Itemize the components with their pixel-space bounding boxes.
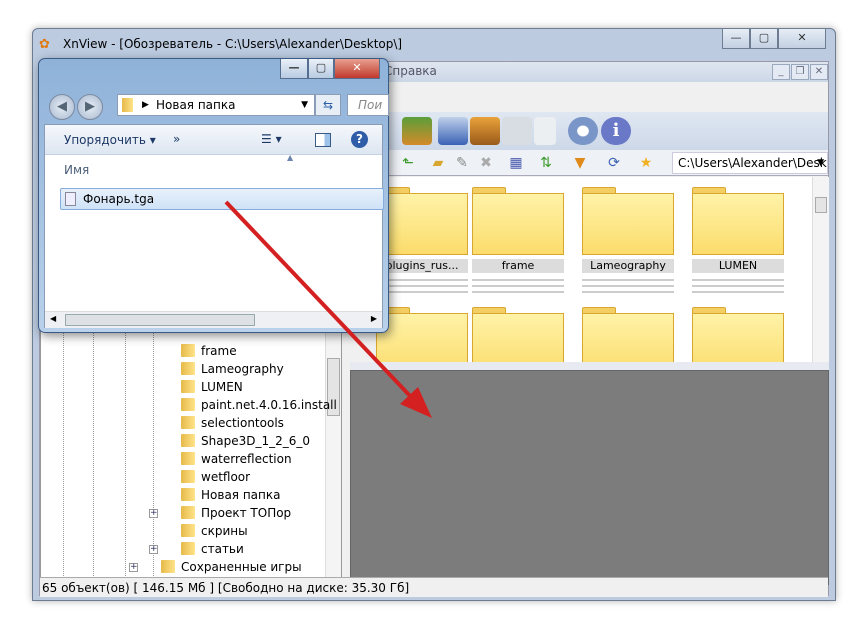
arrow-shaft: [224, 200, 414, 400]
drag-arrow: [224, 200, 432, 418]
